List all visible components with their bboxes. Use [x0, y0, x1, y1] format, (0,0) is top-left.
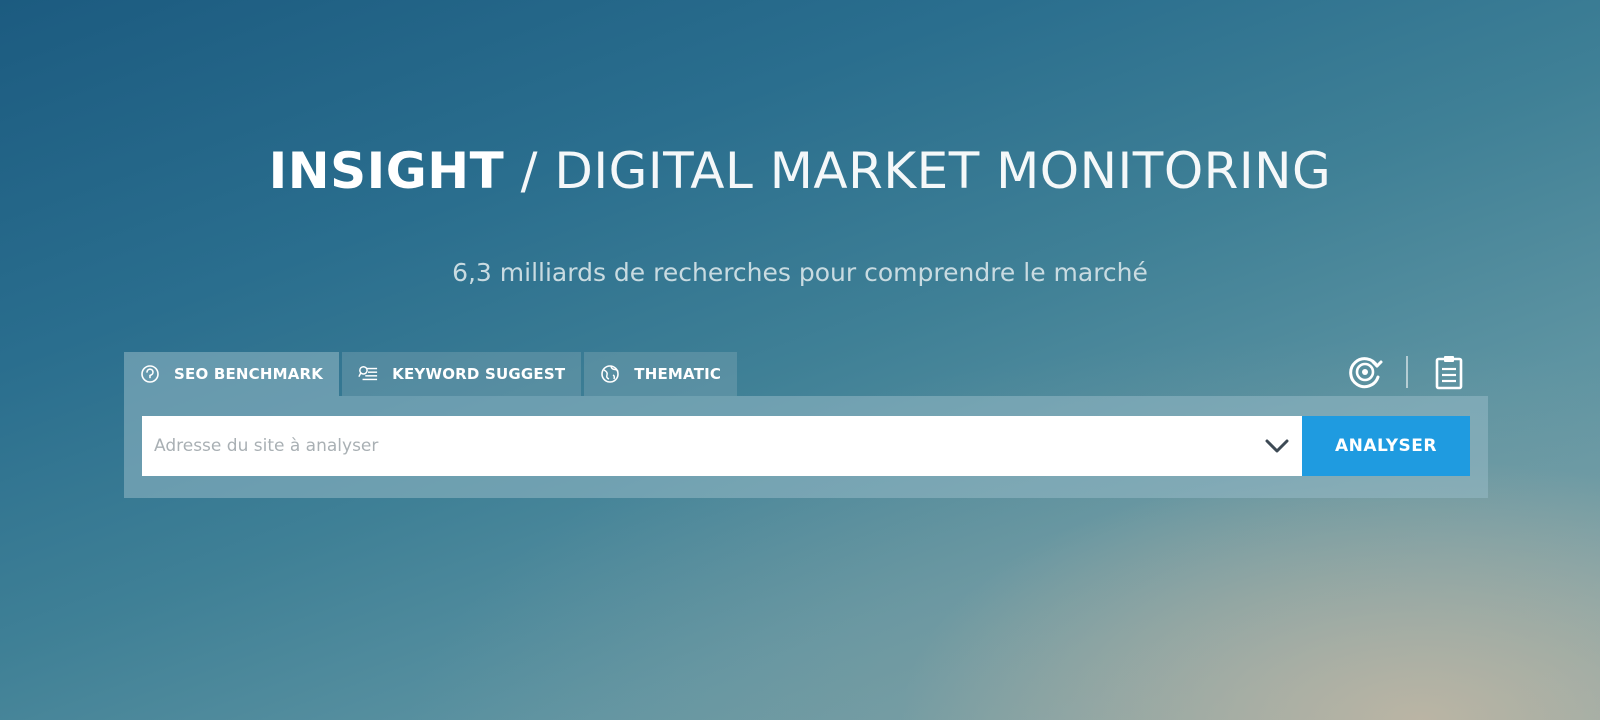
- analyze-button[interactable]: ANALYSER: [1302, 416, 1470, 476]
- title-separator: /: [504, 142, 555, 200]
- tool-tabs: SEO BENCHMARK KEYWORD SUGGEST THEMATIC: [124, 352, 738, 396]
- tab-seo-benchmark[interactable]: SEO BENCHMARK: [124, 352, 340, 396]
- chevron-down-icon[interactable]: [1262, 431, 1292, 461]
- search-field-wrapper: [142, 416, 1302, 476]
- page-title: INSIGHT / DIGITAL MARKET MONITORING: [0, 142, 1600, 200]
- brand-name: INSIGHT: [268, 142, 505, 200]
- toolbar-divider: [1406, 356, 1408, 388]
- keyword-list-icon: [358, 364, 378, 384]
- clipboard-icon[interactable]: [1430, 353, 1468, 391]
- page-subtitle: 6,3 milliards de recherches pour compren…: [452, 258, 1148, 287]
- tab-label: SEO BENCHMARK: [174, 365, 324, 383]
- gauge-icon: [140, 364, 160, 384]
- title-tagline: DIGITAL MARKET MONITORING: [554, 142, 1332, 200]
- globe-icon: [600, 364, 620, 384]
- tab-keyword-suggest[interactable]: KEYWORD SUGGEST: [342, 352, 582, 396]
- tab-thematic[interactable]: THEMATIC: [584, 352, 738, 396]
- search-panel: ANALYSER: [124, 396, 1488, 498]
- tab-label: THEMATIC: [634, 365, 722, 383]
- site-url-input[interactable]: [142, 416, 1242, 476]
- toolbar-actions: [1346, 350, 1468, 394]
- tab-label: KEYWORD SUGGEST: [392, 365, 566, 383]
- target-refresh-icon[interactable]: [1346, 353, 1384, 391]
